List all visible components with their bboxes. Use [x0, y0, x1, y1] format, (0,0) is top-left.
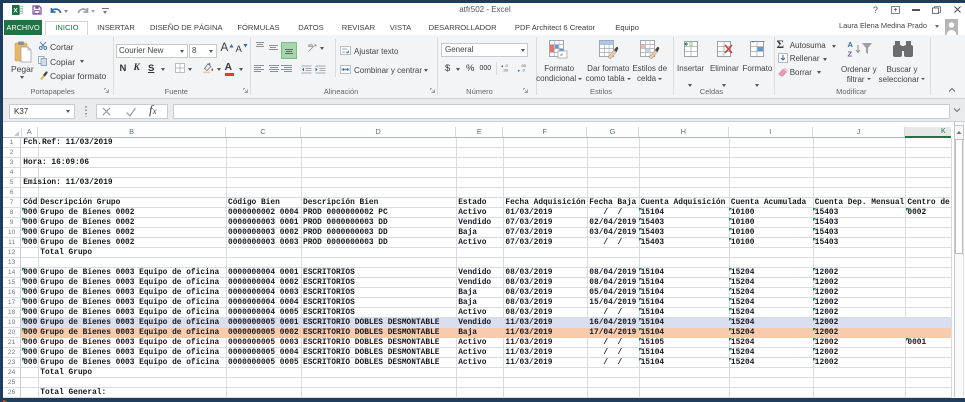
svg-text:A: A: [848, 40, 854, 49]
svg-text:.00: .00: [502, 67, 508, 72]
svg-text:≠: ≠: [560, 52, 563, 58]
svg-text:ab: ab: [308, 43, 314, 48]
svg-text:X: X: [13, 7, 18, 14]
svg-text:Z: Z: [848, 50, 853, 59]
